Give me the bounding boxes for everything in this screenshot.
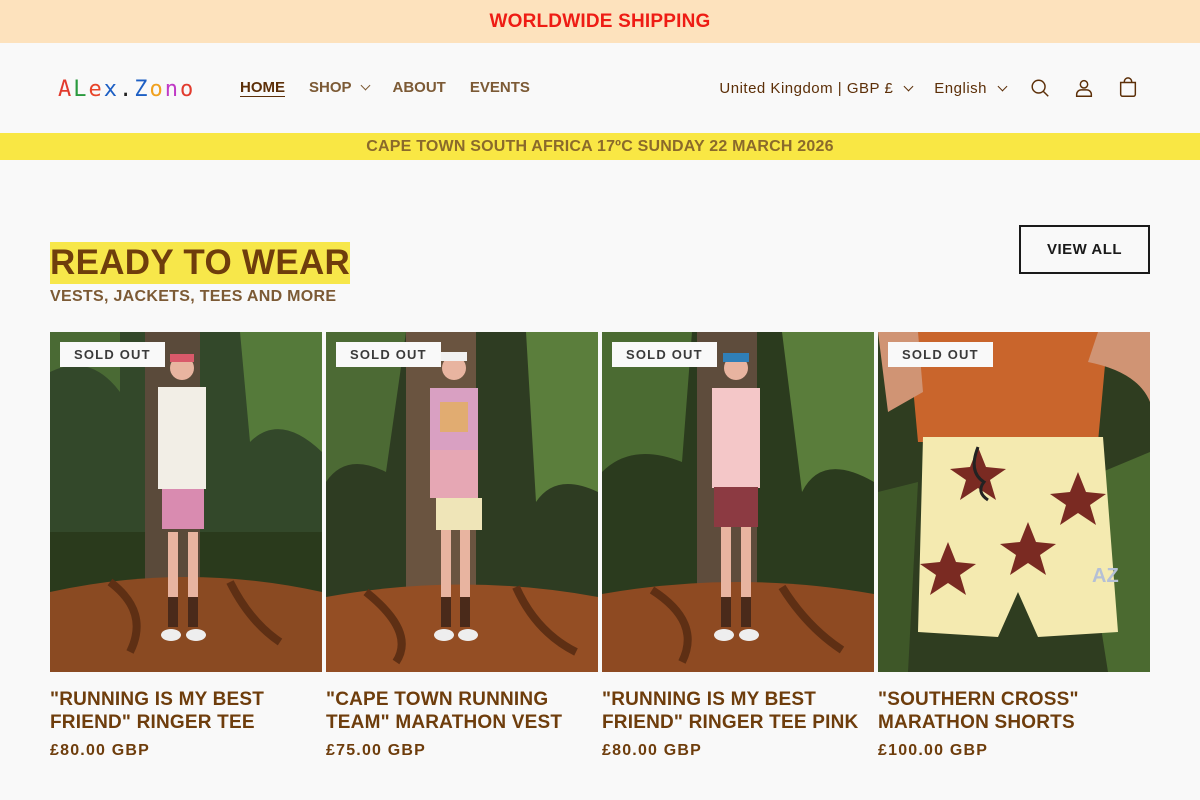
section-title: READY TO WEAR (50, 242, 351, 284)
sold-out-badge: SOLD OUT (612, 342, 717, 367)
product-photo: AZ (878, 332, 1150, 672)
product-image[interactable]: SOLD OUT (50, 332, 322, 672)
nav-home[interactable]: HOME (240, 79, 285, 96)
product-price: £100.00 GBP (878, 742, 989, 759)
announcement-bar: WORLDWIDE SHIPPING (0, 0, 1200, 43)
nav-shop-label: SHOP (309, 79, 352, 96)
language-selector-label: English (934, 79, 987, 97)
product-grid: SOLD OUT "RUNNING IS MY BEST FRIEND" RIN… (50, 332, 1150, 760)
announcement-text: WORLDWIDE SHIPPING (489, 10, 711, 32)
search-icon (1031, 79, 1049, 97)
chevron-down-icon (360, 80, 370, 91)
svg-text:AZ: AZ (1092, 565, 1119, 587)
sold-out-badge: SOLD OUT (888, 342, 993, 367)
product-image[interactable]: SOLD OUT (602, 332, 874, 672)
product-price: £80.00 GBP (50, 742, 151, 759)
nav-about-label: ABOUT (392, 79, 446, 96)
language-selector[interactable]: English (934, 79, 1008, 97)
section-title-text: READY TO WEAR (50, 243, 351, 282)
product-photo (326, 332, 598, 672)
product-title[interactable]: "SOUTHERN CROSS" MARATHON SHORTS (878, 688, 1150, 734)
event-banner: CAPE TOWN SOUTH AFRICA 17ºC SUNDAY 22 MA… (0, 133, 1200, 160)
product-title[interactable]: "CAPE TOWN RUNNING TEAM" MARATHON VEST (326, 688, 598, 734)
product-title[interactable]: "RUNNING IS MY BEST FRIEND" RINGER TEE (50, 688, 322, 734)
account-icon (1075, 79, 1093, 97)
search-button[interactable] (1018, 66, 1062, 110)
country-selector[interactable]: United Kingdom | GBP £ (719, 79, 914, 97)
account-button[interactable] (1062, 66, 1106, 110)
product-card[interactable]: SOLD OUT AZ "SOUTHERN CROSS" MARATHON SH… (878, 332, 1150, 760)
header-utilities: United Kingdom | GBP £ English (719, 69, 1150, 107)
nav-home-label: HOME (240, 79, 285, 96)
nav-about[interactable]: ABOUT (393, 79, 446, 96)
main-nav: HOME SHOP ABOUT EVENTS (228, 79, 542, 96)
product-price: £75.00 GBP (326, 742, 427, 759)
product-photo (602, 332, 874, 672)
product-card[interactable]: SOLD OUT "RUNNING IS MY BEST FRIEND" RIN… (50, 332, 322, 760)
chevron-down-icon (997, 81, 1008, 91)
product-image[interactable]: SOLD OUT (326, 332, 598, 672)
product-title[interactable]: "RUNNING IS MY BEST FRIEND" RINGER TEE P… (602, 688, 874, 734)
cart-button[interactable] (1106, 66, 1150, 110)
logo[interactable]: ALex.Zono (58, 73, 195, 105)
product-photo (50, 332, 322, 672)
sold-out-badge: SOLD OUT (60, 342, 165, 367)
product-image[interactable]: SOLD OUT AZ (878, 332, 1150, 672)
product-card[interactable]: SOLD OUT "RUNNING IS MY BEST FRIEND" RIN… (602, 332, 874, 760)
sold-out-badge: SOLD OUT (336, 342, 441, 367)
country-selector-label: United Kingdom | GBP £ (719, 79, 894, 97)
nav-events-label: EVENTS (469, 79, 530, 96)
section-subtitle: VESTS, JACKETS, TEES AND MORE (50, 288, 337, 305)
view-all-button[interactable]: VIEW ALL (1019, 225, 1150, 274)
product-card[interactable]: SOLD OUT "CAPE TOWN RUNNING TEAM" MARATH… (326, 332, 598, 760)
nav-shop[interactable]: SHOP (309, 79, 370, 96)
chevron-down-icon (903, 81, 914, 91)
nav-events[interactable]: EVENTS (470, 79, 530, 96)
event-banner-text: CAPE TOWN SOUTH AFRICA 17ºC SUNDAY 22 MA… (366, 137, 834, 155)
product-price: £80.00 GBP (602, 742, 703, 759)
site-header: ALex.Zono HOME SHOP ABOUT EVENTS United … (0, 43, 1200, 133)
cart-icon (1119, 77, 1137, 97)
